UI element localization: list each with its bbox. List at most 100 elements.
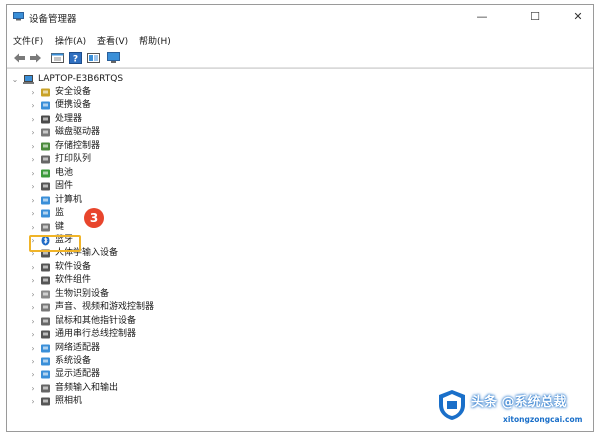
tree-item-label: 声音、视频和游戏控制器 — [55, 302, 155, 313]
tree-item[interactable]: › 软件组件 — [27, 274, 327, 287]
tree-item-label: 磁盘驱动器 — [55, 127, 101, 138]
tree-item-label: 打印队列 — [55, 154, 92, 165]
watermark-title: 头条 @系统总裁 — [471, 395, 567, 410]
tree-item-label: 网络适配器 — [55, 342, 101, 353]
back-arrow-icon[interactable] — [13, 52, 26, 64]
tree-item[interactable]: › 磁盘驱动器 — [27, 126, 327, 139]
step-badge: 3 — [84, 208, 104, 228]
tree-item[interactable]: › 显示适配器 — [27, 368, 327, 381]
close-button[interactable]: ✕ — [563, 9, 593, 25]
tree-item-label: 通用串行总线控制器 — [55, 329, 137, 340]
expand-chevron-icon[interactable]: › — [29, 328, 37, 341]
watermark-url: xitongzongcai.com — [503, 415, 583, 424]
expand-chevron-icon[interactable]: › — [29, 301, 37, 314]
tree-item-label: 安全设备 — [55, 87, 92, 97]
help-icon[interactable]: ? — [69, 52, 82, 64]
tree-item[interactable]: › 计算机 — [27, 194, 327, 207]
printer-icon — [41, 155, 50, 164]
tree-item-label: 系统设备 — [55, 356, 92, 366]
expand-chevron-icon[interactable]: › — [29, 153, 37, 166]
software-device-icon — [41, 263, 50, 272]
update-driver-icon[interactable] — [87, 52, 100, 64]
expand-chevron-icon[interactable]: › — [29, 368, 37, 381]
tree-item[interactable]: › 生物识别设备 — [27, 288, 327, 301]
tree-item-label: 软件组件 — [55, 275, 92, 286]
expand-chevron-icon[interactable]: › — [29, 261, 37, 274]
tree-item[interactable]: › 网络适配器 — [27, 342, 327, 355]
usb-icon — [41, 330, 50, 339]
expand-chevron-icon[interactable]: › — [29, 342, 37, 355]
tree-item[interactable]: › 打印队列 — [27, 153, 327, 166]
menu-help[interactable]: 帮助(H) — [139, 34, 171, 47]
expand-chevron-icon[interactable]: › — [29, 395, 37, 408]
forward-arrow-icon[interactable] — [29, 52, 42, 64]
expand-chevron-icon[interactable]: › — [29, 382, 37, 395]
tree-item-label: 音频输入和输出 — [55, 382, 119, 393]
expand-chevron-icon[interactable]: › — [29, 207, 37, 220]
expand-chevron-icon[interactable]: › — [29, 315, 37, 328]
expand-chevron-icon[interactable]: › — [29, 86, 37, 99]
tree-root[interactable]: ⌄ LAPTOP-E3B6RTQS — [11, 73, 311, 86]
expand-chevron-icon[interactable]: › — [29, 126, 37, 139]
menu-action[interactable]: 操作(A) — [55, 34, 86, 47]
expand-chevron-icon[interactable]: › — [29, 194, 37, 207]
expand-chevron-icon[interactable]: › — [29, 99, 37, 112]
tree-item-label: 处理器 — [55, 113, 83, 124]
tree-item[interactable]: › 通用串行总线控制器 — [27, 328, 327, 341]
tree-item[interactable]: › 电池 — [27, 167, 327, 180]
expand-chevron-icon[interactable]: › — [29, 167, 37, 180]
expand-chevron-icon[interactable]: › — [29, 140, 37, 153]
tree-item[interactable]: › 存储控制器 — [27, 140, 327, 153]
menu-bar: 文件(F) 操作(A) 查看(V) 帮助(H) — [7, 31, 593, 47]
processor-icon — [41, 115, 50, 124]
security-device-icon — [41, 88, 50, 97]
tree-item[interactable]: › 安全设备 — [27, 86, 327, 99]
tree-item[interactable]: › 系统设备 — [27, 355, 327, 368]
tree-item-label: 键 — [55, 221, 65, 232]
disk-drive-icon — [41, 128, 50, 137]
tree-item[interactable]: › 监 — [27, 207, 327, 220]
biometric-icon — [41, 290, 50, 299]
monitor-icon — [41, 209, 50, 218]
tree-item[interactable]: › 固件 — [27, 180, 327, 193]
expand-chevron-icon[interactable]: › — [29, 221, 37, 234]
bluetooth-highlight-box — [29, 235, 81, 252]
tree-item[interactable]: › 声音、视频和游戏控制器 — [27, 301, 327, 314]
maximize-button[interactable]: ☐ — [520, 9, 550, 25]
tree-item[interactable]: › 便携设备 — [27, 99, 327, 112]
tree-item-label: 鼠标和其他指针设备 — [55, 315, 137, 326]
tree-item[interactable]: › 处理器 — [27, 113, 327, 126]
menu-view[interactable]: 查看(V) — [97, 34, 128, 47]
tree-item[interactable]: › 鼠标和其他指针设备 — [27, 315, 327, 328]
tree-item-label: 显示适配器 — [55, 369, 101, 380]
computer-icon — [41, 196, 50, 205]
computer-name: LAPTOP-E3B6RTQS — [38, 74, 124, 84]
tree-item-label: 软件设备 — [55, 261, 92, 272]
expand-chevron-icon[interactable]: › — [29, 113, 37, 126]
expand-chevron-icon[interactable]: › — [29, 274, 37, 287]
watermark: 头条 @系统总裁 xitongzongcai.com — [437, 387, 587, 425]
audio-icon — [41, 384, 50, 393]
tree-item-label: 计算机 — [55, 194, 83, 205]
expand-chevron-icon[interactable]: › — [29, 288, 37, 301]
tree-item-label: 电池 — [55, 167, 74, 178]
expand-chevron-icon[interactable]: › — [29, 180, 37, 193]
monitor-scan-icon[interactable] — [107, 52, 120, 64]
tree-item[interactable]: › 音频输入和输出 — [27, 382, 327, 395]
tree-item[interactable]: › 照相机 — [27, 395, 327, 408]
expand-chevron-icon[interactable]: › — [29, 355, 37, 368]
sound-icon — [41, 303, 50, 312]
firmware-icon — [41, 182, 50, 191]
shield-logo-icon — [439, 390, 465, 420]
tree-item-label: 便携设备 — [55, 100, 92, 111]
tree-item[interactable]: › 软件设备 — [27, 261, 327, 274]
laptop-icon — [23, 75, 34, 84]
properties-icon[interactable] — [51, 52, 64, 64]
menu-file[interactable]: 文件(F) — [13, 34, 43, 47]
tree-item[interactable]: › 键 — [27, 221, 327, 234]
storage-controller-icon — [41, 142, 50, 151]
tree-item-label: 照相机 — [55, 396, 83, 407]
collapse-chevron-icon[interactable]: ⌄ — [11, 73, 19, 86]
network-adapter-icon — [41, 344, 50, 353]
minimize-button[interactable]: — — [467, 9, 497, 25]
